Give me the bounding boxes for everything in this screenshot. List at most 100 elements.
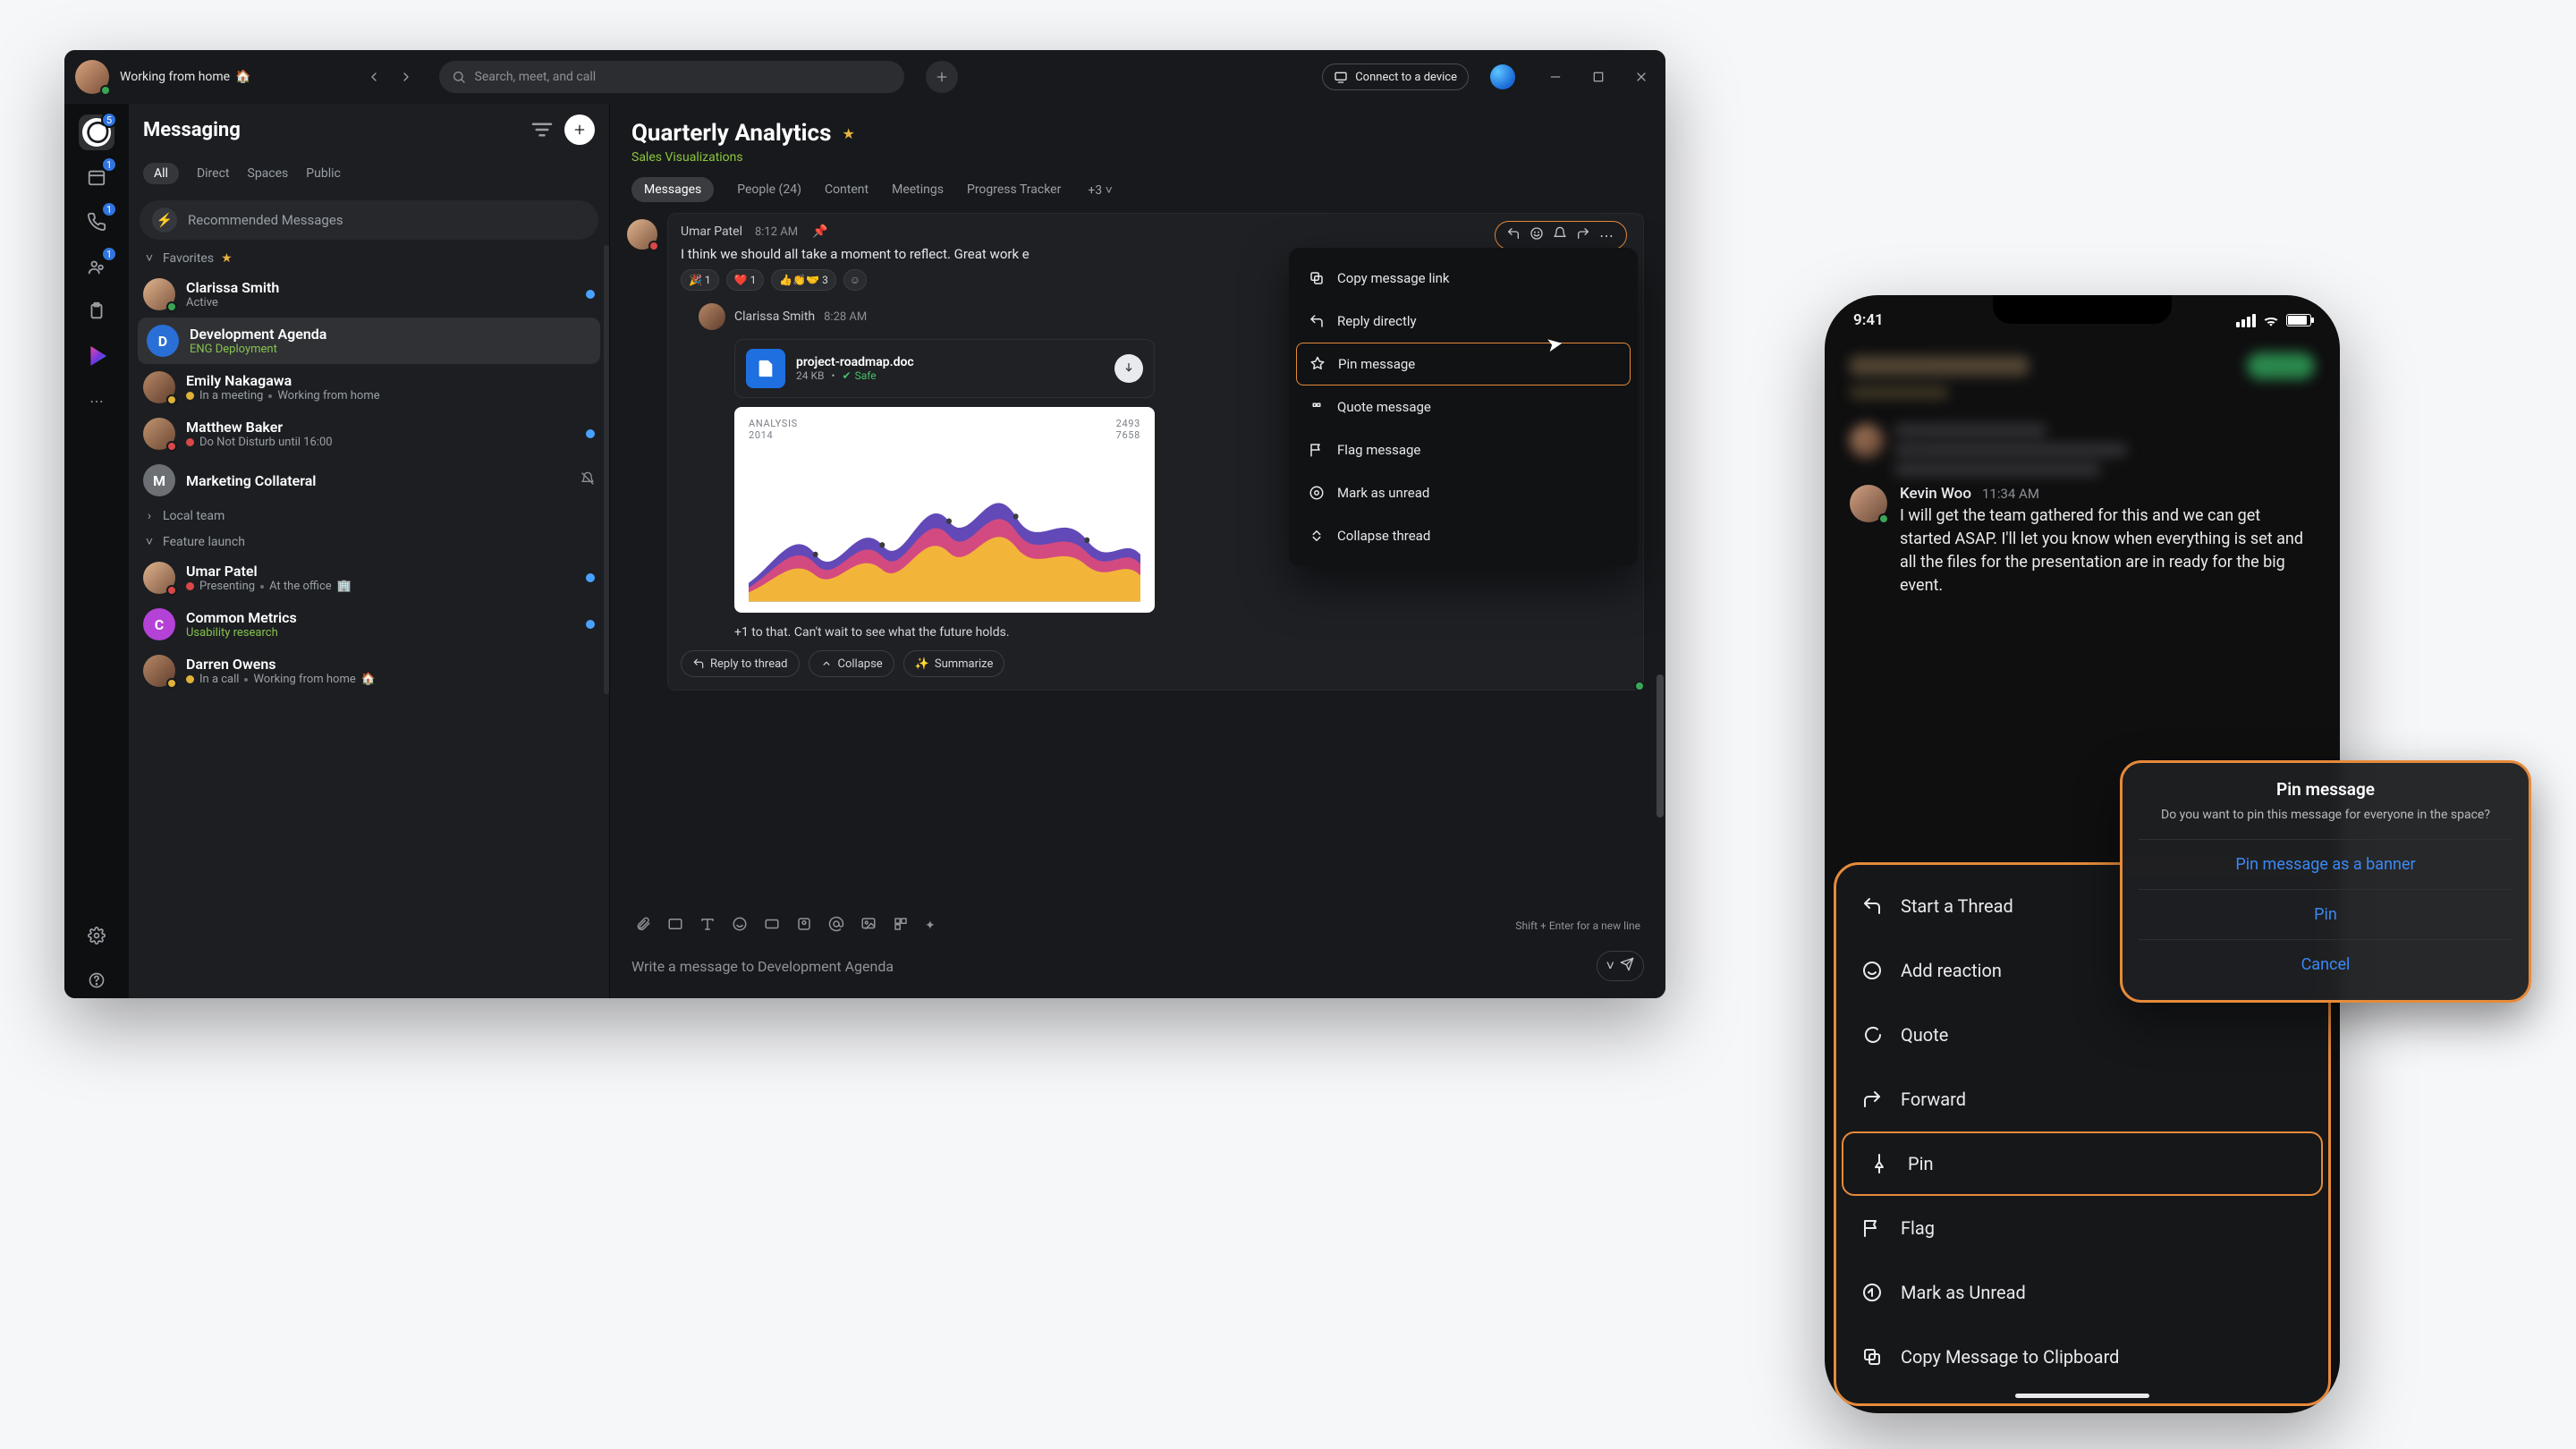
sidebar: Messaging All Direct Spaces Public ⚡ <box>129 104 610 998</box>
new-action-button[interactable] <box>926 61 958 93</box>
reaction-chip[interactable]: ❤️ 1 <box>726 269 765 291</box>
reply-to-thread-button[interactable]: Reply to thread <box>681 650 800 677</box>
screenshot-icon[interactable] <box>667 916 683 936</box>
forward-icon[interactable] <box>1576 226 1590 244</box>
list-item[interactable]: C Common Metrics Usability research <box>129 601 609 648</box>
apps-icon[interactable] <box>893 916 909 936</box>
recommended-messages-row[interactable]: ⚡ Recommended Messages <box>140 200 598 240</box>
compose-input[interactable]: Write a message to Development Agenda <box>631 948 1588 984</box>
sheet-forward[interactable]: Forward <box>1836 1067 2328 1131</box>
personal-icon[interactable] <box>796 916 812 936</box>
reaction-chip[interactable]: 🎉 1 <box>681 269 719 291</box>
home-indicator[interactable] <box>2015 1394 2149 1398</box>
emoji-icon[interactable] <box>732 916 748 936</box>
gif-icon[interactable] <box>764 916 780 936</box>
ctx-pin-message[interactable]: Pin message <box>1296 343 1631 386</box>
sheet-copy[interactable]: Copy Message to Clipboard <box>1836 1325 2328 1389</box>
scrollbar-thumb[interactable] <box>1657 674 1664 818</box>
list-item[interactable]: Clarissa SmithActive <box>129 271 609 318</box>
desktop-app-window: Working from home🏠 Search, meet, and cal… <box>64 50 1665 998</box>
rail-settings[interactable] <box>79 918 114 953</box>
tab-meetings[interactable]: Meetings <box>892 182 944 197</box>
close-button[interactable] <box>1628 64 1655 90</box>
filter-direct[interactable]: Direct <box>197 166 230 181</box>
image-icon[interactable] <box>860 916 877 936</box>
list-item[interactable]: Emily Nakagawa In a meetingWorking from … <box>129 364 609 411</box>
sheet-pin[interactable]: Pin <box>1842 1131 2323 1196</box>
more-icon[interactable]: ⋯ <box>1599 227 1615 244</box>
message-context-menu: Copy message link Reply directly Pin mes… <box>1289 248 1638 566</box>
attach-icon[interactable] <box>635 916 651 936</box>
send-options-button[interactable]: ˅ <box>1606 957 1614 975</box>
rail-vidapp[interactable] <box>79 338 114 374</box>
tab-messages[interactable]: Messages <box>631 177 714 202</box>
chart-preview-card[interactable]: ANALYSIS2014 24937658 <box>734 407 1155 613</box>
rail-calendar[interactable]: 1 <box>79 159 114 195</box>
add-reaction-button[interactable]: ☺ <box>843 269 867 291</box>
format-icon[interactable] <box>699 916 716 936</box>
reply-icon[interactable] <box>1506 226 1521 244</box>
ctx-collapse-thread[interactable]: Collapse thread <box>1296 514 1631 557</box>
reaction-chip[interactable]: 👍👏🤝 3 <box>771 269 836 291</box>
filter-public[interactable]: Public <box>306 166 341 181</box>
popover-cancel-button[interactable]: Cancel <box>2139 939 2512 989</box>
rail-calendar-badge: 1 <box>101 157 117 173</box>
maximize-button[interactable] <box>1585 64 1612 90</box>
tab-people[interactable]: People (24) <box>737 182 801 197</box>
download-button[interactable] <box>1114 354 1143 383</box>
ctx-quote-message[interactable]: Quote message <box>1296 386 1631 428</box>
filter-spaces[interactable]: Spaces <box>248 166 289 181</box>
list-item[interactable]: Darren Owens In a callWorking from home🏠 <box>129 648 609 694</box>
favorite-star-icon[interactable]: ★ <box>842 125 854 142</box>
list-item[interactable]: Umar Patel PresentingAt the office🏢 <box>129 555 609 601</box>
tab-progress[interactable]: Progress Tracker <box>967 182 1061 197</box>
filter-all[interactable]: All <box>143 163 179 184</box>
signal-icon <box>2236 314 2256 327</box>
minimize-button[interactable] <box>1542 64 1569 90</box>
ai-icon[interactable]: ✦ <box>925 919 936 933</box>
ctx-mark-unread[interactable]: Mark as unread <box>1296 471 1631 514</box>
rail-messaging[interactable]: 5 <box>79 114 114 150</box>
rail-more[interactable]: ⋯ <box>79 383 114 419</box>
self-status[interactable]: Working from home🏠 <box>120 70 251 84</box>
conversation-tabs: Messages People (24) Content Meetings Pr… <box>610 170 1665 209</box>
nav-back-button[interactable] <box>360 64 387 90</box>
react-icon[interactable] <box>1530 226 1544 244</box>
remind-icon[interactable] <box>1553 226 1567 244</box>
sheet-quote[interactable]: Quote <box>1836 1003 2328 1067</box>
summarize-button[interactable]: ✨ Summarize <box>903 650 1005 677</box>
file-attachment-card[interactable]: project-roadmap.doc 24 KB • ✔ Safe <box>734 339 1155 398</box>
sheet-mark-unread[interactable]: Mark as Unread <box>1836 1260 2328 1325</box>
nav-forward-button[interactable] <box>393 64 419 90</box>
ctx-copy-link[interactable]: Copy message link <box>1296 257 1631 300</box>
sheet-flag[interactable]: Flag <box>1836 1196 2328 1260</box>
thread-author: Clarissa Smith <box>734 309 815 324</box>
tab-content[interactable]: Content <box>825 182 869 197</box>
rail-calls[interactable]: 1 <box>79 204 114 240</box>
collapse-button[interactable]: Collapse <box>809 650 894 677</box>
rail-help[interactable] <box>79 962 114 998</box>
tabs-overflow[interactable]: +3 ˅ <box>1088 182 1112 198</box>
pin-confirm-popover: Pin message Do you want to pin this mess… <box>2120 760 2531 1003</box>
list-item[interactable]: Matthew Baker Do Not Disturb until 16:00 <box>129 411 609 457</box>
ctx-flag-message[interactable]: Flag message <box>1296 428 1631 471</box>
send-button[interactable] <box>1620 957 1634 975</box>
connect-device-button[interactable]: Connect to a device <box>1322 64 1469 90</box>
list-item[interactable]: M Marketing Collateral <box>129 457 609 504</box>
rail-teams[interactable]: 1 <box>79 249 114 284</box>
sidebar-filter-button[interactable] <box>529 116 555 143</box>
mention-icon[interactable] <box>828 916 844 936</box>
mobile-message-author: Kevin Woo <box>1900 485 1971 503</box>
section-feature[interactable]: ˅Feature launch <box>129 529 609 555</box>
section-local[interactable]: ›Local team <box>129 504 609 529</box>
popover-pin-banner-button[interactable]: Pin message as a banner <box>2139 839 2512 889</box>
rail-clipboard[interactable] <box>79 293 114 329</box>
global-search-input[interactable]: Search, meet, and call <box>439 61 904 93</box>
popover-pin-button[interactable]: Pin <box>2139 889 2512 939</box>
ctx-reply-directly[interactable]: Reply directly <box>1296 300 1631 343</box>
list-item-selected[interactable]: D Development AgendaENG Deployment <box>138 318 600 364</box>
section-favorites[interactable]: ˅Favorites★ <box>129 245 609 271</box>
self-avatar[interactable] <box>75 60 109 94</box>
conversation-title: Quarterly Analytics <box>631 120 831 147</box>
new-message-button[interactable] <box>564 114 595 145</box>
